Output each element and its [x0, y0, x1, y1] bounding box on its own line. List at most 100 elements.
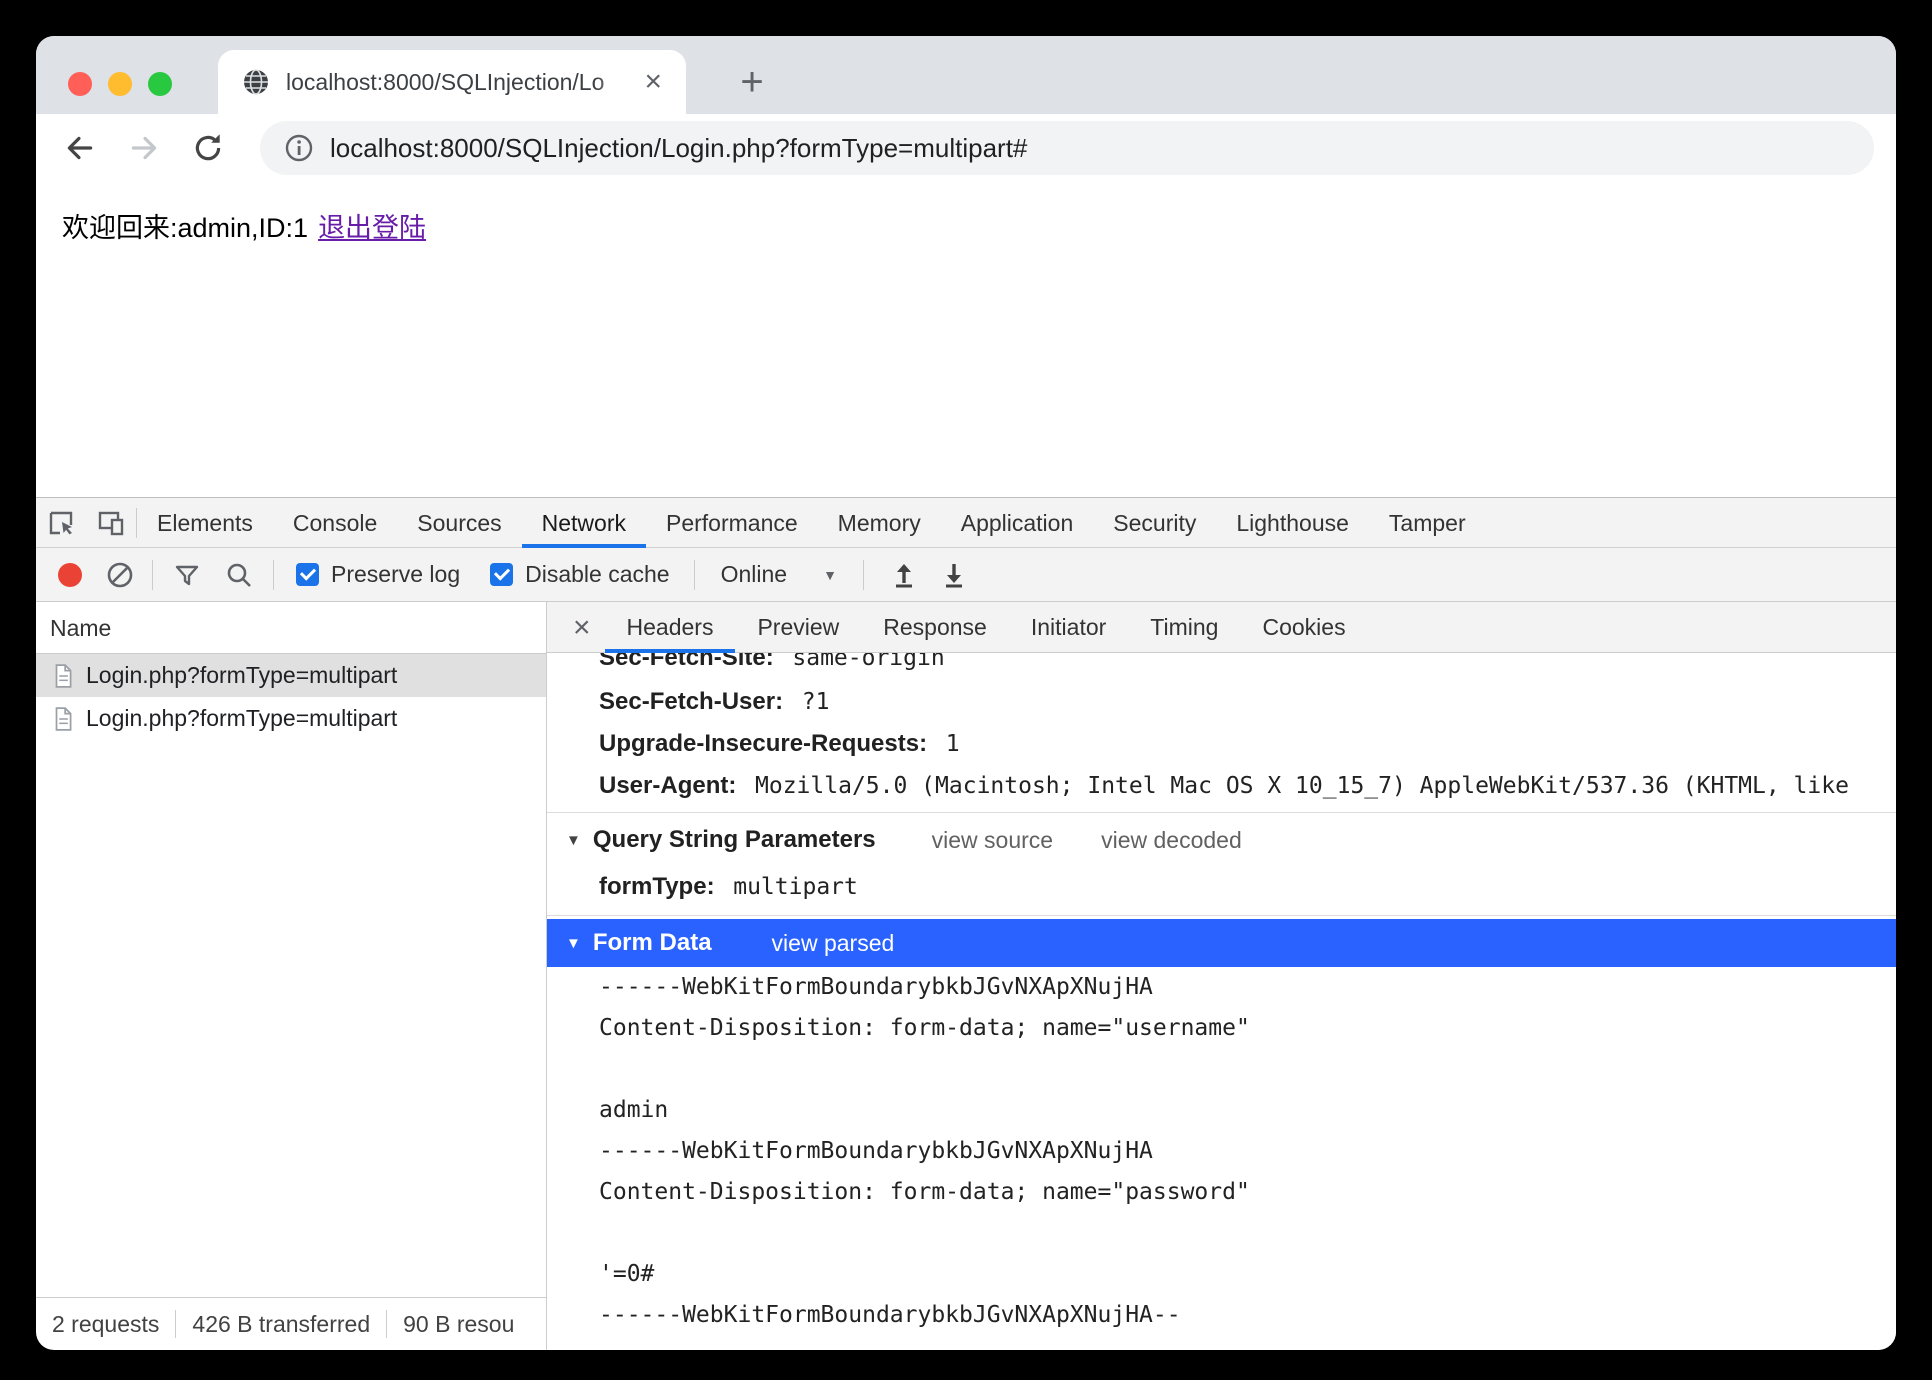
close-details-icon[interactable]: ×	[559, 602, 605, 653]
form-data-title: Form Data	[592, 929, 712, 956]
filter-button[interactable]	[173, 561, 201, 589]
disable-cache-checkbox[interactable]: Disable cache	[490, 561, 670, 588]
view-source-link[interactable]: view source	[932, 827, 1053, 854]
logout-link[interactable]: 退出登陆	[318, 213, 426, 243]
forward-arrow-icon	[131, 136, 157, 160]
query-param-line: formType: multipart	[547, 864, 1896, 910]
form-data-line: '=0#	[599, 1261, 655, 1287]
form-data-line	[547, 1213, 1896, 1254]
requests-count: 2 requests	[52, 1310, 160, 1337]
transferred-size: 426 B transferred	[192, 1310, 371, 1337]
detail-tab-initiator[interactable]: Initiator	[1009, 602, 1128, 653]
tab-strip: localhost:8000/SQLInjection/Lo × +	[36, 36, 1896, 114]
page-info-icon[interactable]	[284, 133, 314, 163]
detail-tabbar: × Headers Preview Response Initiator Tim…	[547, 602, 1896, 653]
network-toolbar: Preserve log Disable cache Online ▼	[36, 548, 1896, 602]
minimize-window-button[interactable]	[108, 72, 132, 96]
inspect-cursor-icon	[49, 511, 73, 534]
header-value: ?1	[801, 689, 830, 715]
clear-icon	[107, 562, 133, 587]
request-row[interactable]: Login.php?formType=multipart	[36, 697, 546, 740]
query-string-title: Query String Parameters	[592, 826, 876, 853]
search-button[interactable]	[225, 561, 253, 589]
clipped-header-line: Sec-Fetch-Site: same-origin	[547, 653, 1896, 681]
detail-tab-preview[interactable]: Preview	[735, 602, 861, 653]
browser-tab[interactable]: localhost:8000/SQLInjection/Lo ×	[218, 50, 686, 114]
url-bar[interactable]: localhost:8000/SQLInjection/Login.php?fo…	[260, 121, 1874, 175]
tab-security[interactable]: Security	[1093, 498, 1216, 548]
clear-button[interactable]	[106, 561, 134, 589]
detail-tab-timing[interactable]: Timing	[1128, 602, 1240, 653]
toolbar-separator	[273, 559, 274, 590]
header-value: same-origin	[792, 653, 945, 671]
address-toolbar: localhost:8000/SQLInjection/Login.php?fo…	[36, 114, 1896, 182]
form-data-section-header[interactable]: ▼ Form Data view parsed	[547, 919, 1896, 967]
view-parsed-link[interactable]: view parsed	[772, 930, 895, 957]
headers-content[interactable]: Sec-Fetch-Site: same-origin Sec-Fetch-Us…	[547, 653, 1896, 1350]
back-arrow-icon	[67, 136, 93, 160]
throttling-value: Online	[720, 561, 788, 587]
import-har-button[interactable]	[890, 561, 918, 589]
toolbar-separator	[693, 559, 695, 590]
zoom-window-button[interactable]	[148, 72, 172, 96]
query-string-section-header[interactable]: ▼ Query String Parameters view source vi…	[547, 816, 1896, 864]
request-name: Login.php?formType=multipart	[86, 662, 398, 688]
request-list-empty-area	[36, 740, 546, 1297]
tab-tamper[interactable]: Tamper	[1369, 498, 1486, 548]
request-row[interactable]: Login.php?formType=multipart	[36, 654, 546, 697]
welcome-text: 欢迎回来:admin,ID:1	[62, 213, 309, 243]
throttling-dropdown[interactable]: Online ▼	[721, 561, 837, 588]
tab-sources[interactable]: Sources	[397, 498, 521, 548]
filter-funnel-icon	[175, 565, 199, 585]
status-separator	[386, 1310, 388, 1338]
device-toolbar-button[interactable]	[86, 498, 136, 548]
inspect-element-button[interactable]	[36, 498, 86, 548]
tab-memory[interactable]: Memory	[818, 498, 941, 548]
tab-performance[interactable]: Performance	[646, 498, 818, 548]
network-status-bar: 2 requests 426 B transferred 90 B resou	[36, 1297, 546, 1350]
url-text: localhost:8000/SQLInjection/Login.php?fo…	[330, 132, 1028, 163]
download-arrow-icon	[945, 563, 962, 587]
name-column-header[interactable]: Name	[36, 602, 546, 654]
triangle-down-icon: ▼	[566, 934, 581, 952]
detail-tab-headers[interactable]: Headers	[605, 602, 736, 653]
close-tab-icon[interactable]: ×	[638, 67, 668, 97]
browser-window: localhost:8000/SQLInjection/Lo × + local…	[36, 36, 1896, 1350]
request-list-panel: Name Login.php?formType=multipart Login.…	[36, 602, 547, 1350]
tab-console[interactable]: Console	[273, 498, 397, 548]
record-button[interactable]	[58, 562, 82, 587]
header-value: Mozilla/5.0 (Macintosh; Intel Mac OS X 1…	[755, 773, 1849, 799]
new-tab-button[interactable]: +	[724, 54, 780, 110]
tab-network[interactable]: Network	[522, 498, 646, 548]
preserve-log-checkbox[interactable]: Preserve log	[296, 561, 460, 588]
close-window-button[interactable]	[68, 72, 92, 96]
detail-tab-cookies[interactable]: Cookies	[1240, 602, 1367, 653]
param-value: multipart	[733, 874, 858, 900]
resources-size: 90 B resou	[403, 1310, 515, 1337]
toolbar-separator	[152, 559, 153, 590]
header-value: 1	[945, 731, 960, 757]
devtools-tabbar: Elements Console Sources Network Perform…	[36, 498, 1896, 548]
toolbar-separator	[862, 559, 864, 590]
tab-title: localhost:8000/SQLInjection/Lo	[286, 68, 605, 95]
tab-application[interactable]: Application	[941, 498, 1094, 548]
forward-button[interactable]	[122, 126, 166, 170]
globe-icon	[244, 69, 268, 95]
form-data-line: Content-Disposition: form-data; name="us…	[599, 1015, 1250, 1041]
tab-elements[interactable]: Elements	[137, 498, 273, 548]
back-button[interactable]	[58, 126, 102, 170]
device-toolbar-icon	[98, 511, 124, 535]
view-decoded-link[interactable]: view decoded	[1101, 827, 1242, 854]
reload-button[interactable]	[186, 126, 230, 170]
request-details-panel: × Headers Preview Response Initiator Tim…	[547, 602, 1896, 1350]
form-data-line	[547, 1049, 1896, 1090]
form-data-line: ------WebKitFormBoundarybkbJGvNXApXNujHA	[599, 1138, 1153, 1164]
header-name: Upgrade-Insecure-Requests:	[599, 730, 928, 757]
export-har-button[interactable]	[940, 561, 968, 589]
detail-tab-response[interactable]: Response	[861, 602, 1009, 653]
form-data-line: ------WebKitFormBoundarybkbJGvNXApXNujHA	[599, 974, 1153, 1000]
request-name: Login.php?formType=multipart	[86, 705, 398, 731]
status-separator	[175, 1310, 177, 1338]
document-icon	[55, 663, 72, 688]
tab-lighthouse[interactable]: Lighthouse	[1216, 498, 1369, 548]
